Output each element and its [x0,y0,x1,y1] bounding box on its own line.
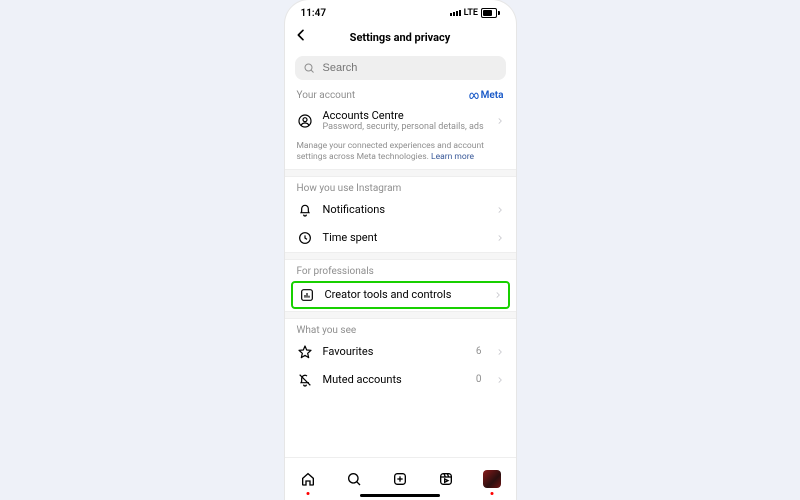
favourites-count: 6 [476,346,482,357]
phone-frame: 11:47 LTE Settings and privacy [285,0,516,500]
bar-chart-icon [299,287,315,303]
tab-profile[interactable] [477,464,507,494]
bell-icon [297,202,313,218]
creator-tools-label: Creator tools and controls [325,288,484,301]
row-time-spent[interactable]: Time spent [285,224,516,252]
status-time: 11:47 [301,8,327,19]
section-header-pro: For professionals [297,266,374,277]
avatar [483,470,501,488]
section-header-use: How you use Instagram [297,183,402,194]
accounts-centre-label: Accounts Centre [323,109,486,122]
plus-square-icon [392,471,408,487]
notification-dot [306,492,309,495]
chevron-right-icon [496,232,504,244]
divider [285,311,516,319]
row-creator-tools[interactable]: Creator tools and controls [291,281,510,309]
time-spent-label: Time spent [323,231,486,244]
tab-home[interactable] [293,464,323,494]
reels-icon [438,471,454,487]
home-icon [300,471,316,487]
tab-reels[interactable] [431,464,461,494]
divider [285,169,516,177]
tab-create[interactable] [385,464,415,494]
muted-accounts-label: Muted accounts [323,373,466,386]
divider [285,252,516,260]
tab-search[interactable] [339,464,369,494]
search-icon [346,471,362,487]
section-header-see: What you see [297,325,357,336]
signal-icon [450,10,461,16]
chevron-right-icon [496,115,504,127]
row-muted-accounts[interactable]: Muted accounts 0 [285,366,516,394]
accounts-centre-sub: Password, security, personal details, ad… [323,122,486,133]
meta-brand: Meta [469,90,504,101]
user-circle-icon [297,113,313,129]
row-favourites[interactable]: Favourites 6 [285,338,516,366]
clock-icon [297,230,313,246]
page-header: Settings and privacy [285,22,516,52]
chevron-right-icon [496,346,504,358]
page-title: Settings and privacy [285,31,516,44]
home-indicator [360,494,440,497]
star-icon [297,344,313,360]
bell-off-icon [297,372,313,388]
search-field[interactable] [295,56,506,80]
status-network: LTE [464,8,478,18]
muted-accounts-count: 0 [476,374,482,385]
status-bar: 11:47 LTE [285,0,516,22]
battery-icon [481,8,500,18]
chevron-left-icon [293,27,309,43]
notification-dot [491,492,494,495]
tab-bar [285,457,516,500]
notifications-label: Notifications [323,203,486,216]
chevron-right-icon [494,289,502,301]
favourites-label: Favourites [323,345,466,358]
row-notifications[interactable]: Notifications [285,196,516,224]
meta-logo-icon [469,91,479,101]
section-header-account: Your account [297,90,356,101]
chevron-right-icon [496,374,504,386]
learn-more-link[interactable]: Learn more [431,152,474,162]
chevron-right-icon [496,204,504,216]
row-accounts-centre[interactable]: Accounts Centre Password, security, pers… [285,103,516,139]
account-note: Manage your connected experiences and ac… [285,139,516,169]
back-button[interactable] [293,27,309,47]
search-icon [303,62,315,74]
search-input[interactable] [321,61,498,75]
